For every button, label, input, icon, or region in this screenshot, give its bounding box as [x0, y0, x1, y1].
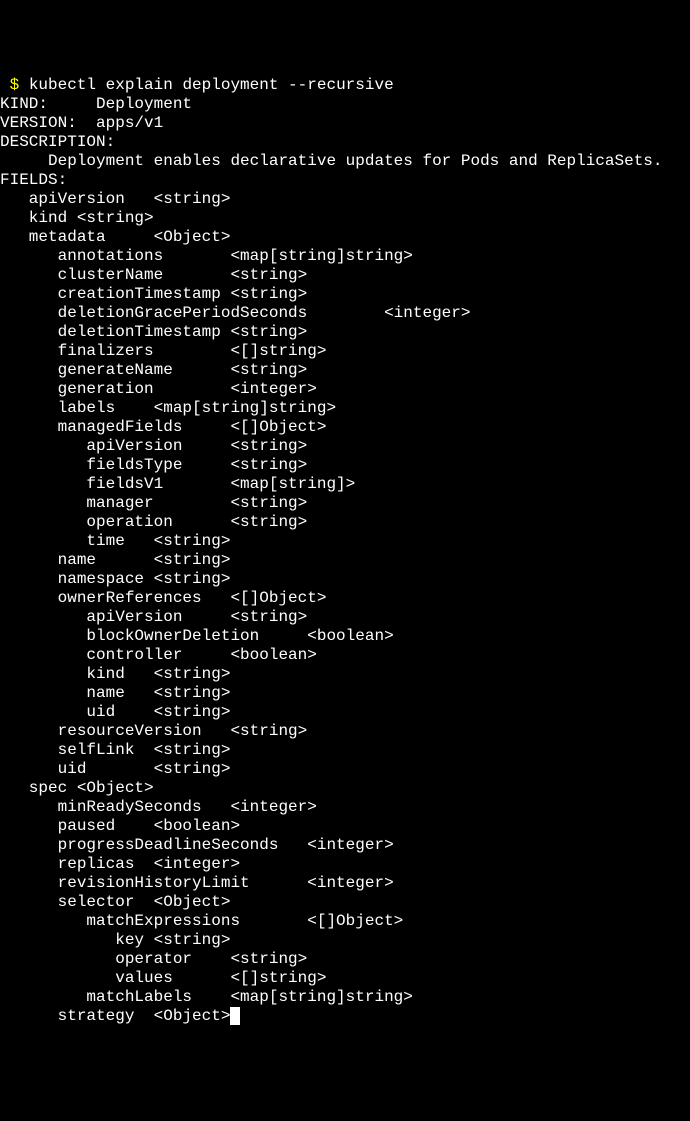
output-line: progressDeadlineSeconds <integer> [0, 836, 690, 855]
output-line: managedFields <[]Object> [0, 418, 690, 437]
output-line: creationTimestamp <string> [0, 285, 690, 304]
output-line: matchExpressions <[]Object> [0, 912, 690, 931]
output-line: values <[]string> [0, 969, 690, 988]
output-line: revisionHistoryLimit <integer> [0, 874, 690, 893]
output-line: metadata <Object> [0, 228, 690, 247]
output-line: uid <string> [0, 760, 690, 779]
output-line: fieldsType <string> [0, 456, 690, 475]
output-line: VERSION: apps/v1 [0, 114, 690, 133]
output-line: resourceVersion <string> [0, 722, 690, 741]
last-output-line: strategy <Object> [0, 1007, 690, 1026]
prompt-symbol: $ [0, 76, 29, 94]
output-line: name <string> [0, 551, 690, 570]
last-line-text: strategy <Object> [0, 1007, 230, 1025]
terminal-output: KIND: DeploymentVERSION: apps/v1DESCRIPT… [0, 95, 690, 1007]
output-line: apiVersion <string> [0, 190, 690, 209]
output-line: uid <string> [0, 703, 690, 722]
output-line: selfLink <string> [0, 741, 690, 760]
output-line: matchLabels <map[string]string> [0, 988, 690, 1007]
command-line: $ kubectl explain deployment --recursive [0, 76, 690, 95]
output-line: deletionTimestamp <string> [0, 323, 690, 342]
output-line: clusterName <string> [0, 266, 690, 285]
output-line: Deployment enables declarative updates f… [0, 152, 690, 171]
output-line: annotations <map[string]string> [0, 247, 690, 266]
output-line: spec <Object> [0, 779, 690, 798]
command-text: kubectl explain deployment --recursive [29, 76, 394, 94]
output-line: labels <map[string]string> [0, 399, 690, 418]
output-line: minReadySeconds <integer> [0, 798, 690, 817]
output-line: replicas <integer> [0, 855, 690, 874]
output-line: selector <Object> [0, 893, 690, 912]
output-line: operator <string> [0, 950, 690, 969]
output-line: key <string> [0, 931, 690, 950]
output-line: finalizers <[]string> [0, 342, 690, 361]
output-line: ownerReferences <[]Object> [0, 589, 690, 608]
output-line: generateName <string> [0, 361, 690, 380]
output-line: namespace <string> [0, 570, 690, 589]
output-line: name <string> [0, 684, 690, 703]
output-line: deletionGracePeriodSeconds <integer> [0, 304, 690, 323]
output-line: paused <boolean> [0, 817, 690, 836]
output-line: fieldsV1 <map[string]> [0, 475, 690, 494]
output-line: time <string> [0, 532, 690, 551]
output-line: manager <string> [0, 494, 690, 513]
output-line: FIELDS: [0, 171, 690, 190]
output-line: controller <boolean> [0, 646, 690, 665]
output-line: generation <integer> [0, 380, 690, 399]
terminal-window[interactable]: $ kubectl explain deployment --recursive… [0, 76, 690, 1026]
output-line: operation <string> [0, 513, 690, 532]
output-line: DESCRIPTION: [0, 133, 690, 152]
output-line: kind <string> [0, 665, 690, 684]
output-line: apiVersion <string> [0, 437, 690, 456]
output-line: blockOwnerDeletion <boolean> [0, 627, 690, 646]
terminal-cursor [230, 1007, 240, 1025]
output-line: apiVersion <string> [0, 608, 690, 627]
output-line: KIND: Deployment [0, 95, 690, 114]
output-line: kind <string> [0, 209, 690, 228]
